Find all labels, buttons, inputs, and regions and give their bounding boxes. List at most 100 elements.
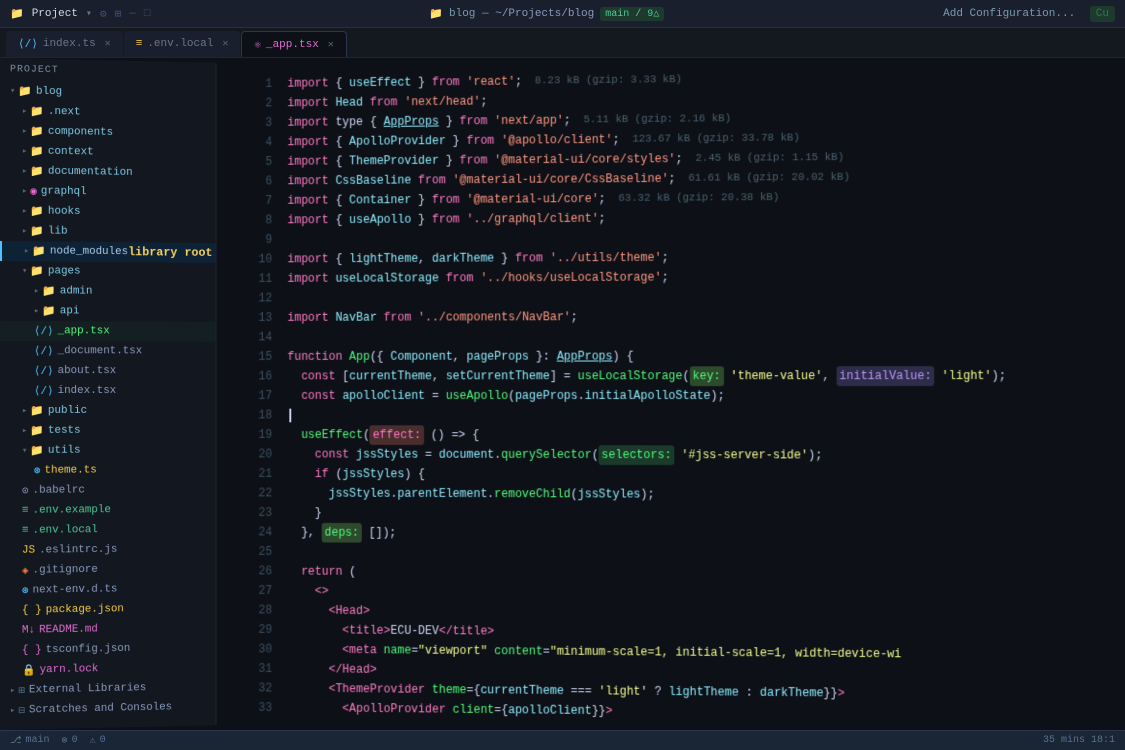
tree-label: Scratches and Consoles: [29, 701, 172, 716]
env-file-icon: ≡: [22, 505, 29, 517]
tsx-icon: ⟨/⟩: [18, 37, 38, 51]
chevron-right-icon: ▸: [22, 206, 27, 216]
chevron-down-icon: ▾: [22, 266, 27, 276]
folder-icon: 📁: [30, 424, 44, 438]
tree-label: .next: [48, 106, 81, 119]
tab-close-icon[interactable]: ✕: [328, 39, 334, 51]
tree-item-env-example[interactable]: ≡ .env.example: [0, 499, 216, 521]
folder-icon: 📁: [30, 204, 44, 218]
tree-item-lib[interactable]: ▸ 📁 lib: [0, 221, 216, 243]
json-file-icon: { }: [22, 604, 42, 616]
tree-item-public[interactable]: ▸ 📁 public: [0, 401, 216, 421]
tree-item-admin[interactable]: ▸ 📁 admin: [0, 281, 216, 302]
folder-icon: 📁: [42, 304, 56, 318]
tree-label: context: [48, 146, 94, 159]
tree-item-utils[interactable]: ▾ 📁 utils: [0, 440, 216, 461]
gitignore-file-icon: ◈: [22, 564, 29, 578]
chevron-right-icon: ▸: [22, 426, 27, 436]
tree-label: README.md: [39, 624, 98, 637]
tree-label: .eslintrc.js: [39, 544, 117, 557]
code-line-11: import useLocalStorage from '../hooks/us…: [287, 266, 1125, 289]
tree-item-theme-ts[interactable]: ⊛ theme.ts: [0, 460, 216, 481]
tree-label: .env.local: [32, 524, 97, 537]
tab-label: .env.local: [147, 38, 213, 50]
error-icon: ⊗: [62, 735, 68, 747]
folder-icon: 📁: [18, 84, 32, 98]
code-line-22: jssStyles.parentElement.removeChild(jssS…: [287, 484, 1125, 506]
file-tree-sidebar[interactable]: PROJECT ▾ 📁 blog ▸ 📁 .next ▸ 📁 component…: [0, 58, 217, 730]
tree-item-hooks[interactable]: ▸ 📁 hooks: [0, 201, 216, 223]
code-line-14: [287, 326, 1125, 347]
folder-icon: 📁: [42, 284, 56, 298]
node-modules-label: node_modules: [50, 245, 128, 258]
tree-label: about.tsx: [58, 365, 117, 377]
code-line-17: const apolloClient = useApollo(pageProps…: [287, 386, 1125, 406]
tree-item-graphql[interactable]: ▸ ◉ graphql: [0, 181, 216, 204]
tree-label: tsconfig.json: [46, 643, 131, 656]
code-line-16: const [currentTheme, setCurrentTheme] = …: [287, 366, 1125, 386]
tree-item-node-modules[interactable]: ▸ 📁 node_modules library root: [0, 241, 216, 263]
status-right-items: 35 mins 18:1: [1043, 735, 1115, 746]
folder-icon: 📁: [30, 264, 44, 278]
env-file-icon: ≡: [22, 525, 29, 537]
status-time: 35 mins 18:1: [1043, 735, 1115, 746]
tree-item-gitignore[interactable]: ◈ .gitignore: [0, 559, 216, 581]
tree-label: public: [48, 405, 87, 417]
dropdown-icon[interactable]: ▾: [86, 8, 92, 20]
tab-app-tsx[interactable]: ⚛ _app.tsx ✕: [241, 31, 346, 57]
line-numbers: 12345 678910 1112131415 1617181920 21222…: [244, 66, 280, 721]
md-file-icon: M↓: [22, 624, 35, 636]
tree-label: package.json: [46, 603, 124, 616]
status-errors: ⊗ 0: [62, 735, 78, 747]
tsx-file-icon: ⟨/⟩: [34, 364, 54, 378]
chevron-down-icon: ▾: [22, 446, 27, 456]
scratch-icon: ⊟: [18, 703, 25, 717]
tree-label: tests: [48, 425, 81, 437]
folder-icon: 📁: [10, 7, 24, 21]
tree-item-index-tsx[interactable]: ⟨/⟩ index.tsx: [0, 381, 216, 401]
tree-item-app-tsx[interactable]: ⟨/⟩ _app.tsx: [0, 321, 216, 342]
tree-label: hooks: [48, 206, 81, 218]
git-badge: main / 9△: [600, 7, 664, 21]
breadcrumb-path: blog — ~/Projects/blog: [449, 8, 594, 20]
tree-label: utils: [48, 445, 81, 457]
tree-item-scratches[interactable]: ▸ ⊟ Scratches and Consoles: [0, 697, 216, 721]
tab-close-icon[interactable]: ✕: [222, 38, 228, 50]
tree-item-about-tsx[interactable]: ⟨/⟩ about.tsx: [0, 361, 216, 381]
tree-label: .gitignore: [33, 564, 98, 577]
json-file-icon: { }: [22, 644, 42, 656]
tree-label: _document.tsx: [58, 345, 143, 357]
editor-area[interactable]: 12345 678910 1112131415 1617181920 21222…: [244, 58, 1125, 730]
tree-item-tests[interactable]: ▸ 📁 tests: [0, 421, 216, 441]
code-editor[interactable]: import { useEffect } from 'react'; 8.23 …: [280, 58, 1125, 730]
tree-label: .env.example: [32, 504, 110, 517]
tsx-file-icon: ⟨/⟩: [34, 384, 54, 398]
env-icon: ≡: [136, 38, 143, 50]
tree-item-api[interactable]: ▸ 📁 api: [0, 301, 216, 322]
tab-index-ts[interactable]: ⟨/⟩ index.ts ✕: [6, 31, 123, 57]
tree-item-babelrc[interactable]: ⊙ .babelrc: [0, 480, 216, 501]
chevron-right-icon: ▸: [24, 246, 29, 256]
chevron-right-icon: ▸: [10, 686, 15, 696]
code-line-18: [287, 406, 1125, 426]
tsx-file-icon: ⟨/⟩: [34, 344, 54, 358]
warning-icon: ⚠: [90, 735, 96, 747]
tree-item-env-local[interactable]: ≡ .env.local: [0, 519, 216, 541]
library-root-badge: library root: [128, 245, 212, 260]
chevron-right-icon: ▸: [10, 706, 15, 716]
folder-icon: 📁: [30, 164, 44, 178]
chevron-right-icon: ▸: [22, 106, 27, 116]
add-config-btn[interactable]: Add Configuration... Cu: [943, 8, 1115, 20]
chevron-right-icon: ▸: [22, 186, 27, 196]
tree-item-document-tsx[interactable]: ⟨/⟩ _document.tsx: [0, 341, 216, 361]
project-name: Project: [32, 8, 78, 20]
tree-item-eslintrc[interactable]: JS .eslintrc.js: [0, 539, 216, 561]
status-bar: ⎇ main ⊗ 0 ⚠ 0 35 mins 18:1: [0, 730, 1125, 750]
git-branch-icon: ⎇: [10, 735, 22, 747]
tab-env-local[interactable]: ≡ .env.local ✕: [124, 31, 241, 57]
tree-label: lib: [48, 226, 68, 238]
tree-item-pages[interactable]: ▾ 📁 pages: [0, 261, 216, 283]
tab-bar: ⟨/⟩ index.ts ✕ ≡ .env.local ✕ ⚛ _app.tsx…: [0, 28, 1125, 58]
tree-label: theme.ts: [44, 465, 96, 477]
tab-close-icon[interactable]: ✕: [105, 38, 111, 50]
